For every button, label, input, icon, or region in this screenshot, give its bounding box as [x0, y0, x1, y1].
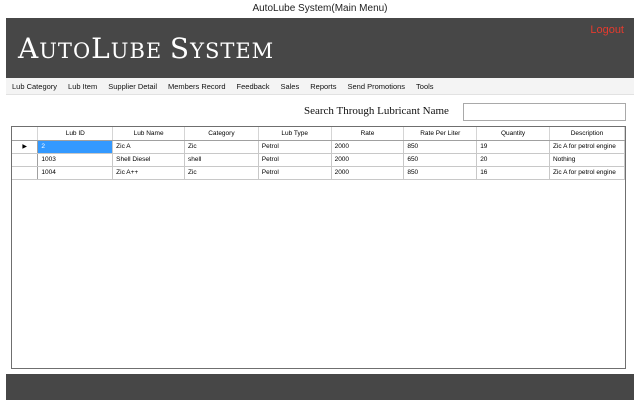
- menu-item-sales[interactable]: Sales: [280, 82, 299, 91]
- menu-item-lub-item[interactable]: Lub Item: [68, 82, 97, 91]
- table-cell[interactable]: Zic: [184, 166, 259, 180]
- app-brand: AUTOLUBE SYSTEM: [18, 32, 274, 65]
- menu-item-lub-category[interactable]: Lub Category: [12, 82, 57, 91]
- table-cell[interactable]: 1003: [37, 153, 114, 167]
- column-header-category[interactable]: Category: [184, 127, 259, 141]
- brand-letters-ystem: YSTEM: [190, 39, 275, 63]
- search-input[interactable]: [463, 103, 626, 121]
- table-cell[interactable]: Zic A++: [112, 166, 185, 180]
- menu-item-supplier-detail[interactable]: Supplier Detail: [108, 82, 157, 91]
- table-cell[interactable]: 850: [403, 166, 478, 180]
- row-header[interactable]: ▶: [12, 140, 39, 154]
- menu-item-reports[interactable]: Reports: [310, 82, 336, 91]
- table-cell[interactable]: 850: [403, 140, 478, 154]
- table-cell[interactable]: 2000: [331, 140, 405, 154]
- column-header-lub-type[interactable]: Lub Type: [258, 127, 332, 141]
- table-cell[interactable]: 16: [476, 166, 550, 180]
- menu-item-send-promotions[interactable]: Send Promotions: [348, 82, 406, 91]
- brand-letters-uto: UTO: [39, 39, 92, 63]
- window-title: AutoLube System(Main Menu): [0, 0, 640, 18]
- column-header-rate-per-liter[interactable]: Rate Per Liter: [403, 127, 478, 141]
- table-cell[interactable]: Shell Diesel: [112, 153, 185, 167]
- table-cell[interactable]: Zic: [184, 140, 259, 154]
- table-row[interactable]: 1003 Shell Diesel shell Petrol 2000 650 …: [12, 153, 626, 167]
- table-cell[interactable]: 1004: [37, 166, 114, 180]
- table-cell[interactable]: 19: [476, 140, 550, 154]
- menu-item-feedback[interactable]: Feedback: [237, 82, 270, 91]
- table-cell[interactable]: Zic A: [112, 140, 185, 154]
- logout-link[interactable]: Logout: [590, 24, 624, 36]
- app-footer: [6, 374, 634, 400]
- table-cell[interactable]: Petrol: [258, 153, 332, 167]
- app-header: AUTOLUBE SYSTEM Logout: [6, 18, 634, 78]
- row-header-corner: [12, 127, 39, 141]
- column-header-lub-name[interactable]: Lub Name: [112, 127, 185, 141]
- brand-letter-s: S: [169, 32, 191, 65]
- brand-letters-ube: UBE: [110, 39, 170, 63]
- table-header-row: Lub ID Lub Name Category Lub Type Rate R…: [12, 127, 626, 141]
- table-cell[interactable]: 2000: [331, 153, 405, 167]
- table-cell[interactable]: Zic A for petrol engine: [549, 166, 626, 180]
- brand-letter-l: L: [91, 32, 111, 65]
- table-cell[interactable]: 650: [403, 153, 478, 167]
- column-header-description[interactable]: Description: [549, 127, 626, 141]
- row-pointer-icon: ▶: [22, 144, 28, 150]
- table-cell[interactable]: Nothing: [549, 153, 626, 167]
- column-header-lub-id[interactable]: Lub ID: [37, 127, 114, 141]
- table-cell[interactable]: 2: [37, 140, 114, 154]
- brand-letter-a: A: [18, 32, 40, 65]
- table-row[interactable]: 1004 Zic A++ Zic Petrol 2000 850 16 Zic …: [12, 166, 626, 180]
- row-header[interactable]: [12, 153, 39, 167]
- menu-item-tools[interactable]: Tools: [416, 82, 434, 91]
- lubricant-grid[interactable]: Lub ID Lub Name Category Lub Type Rate R…: [11, 126, 626, 369]
- column-header-rate[interactable]: Rate: [331, 127, 405, 141]
- table-cell[interactable]: shell: [184, 153, 259, 167]
- lubricant-table: Lub ID Lub Name Category Lub Type Rate R…: [12, 127, 626, 180]
- table-cell[interactable]: 20: [476, 153, 550, 167]
- menu-item-members-record[interactable]: Members Record: [168, 82, 226, 91]
- table-cell[interactable]: Petrol: [258, 140, 332, 154]
- table-cell[interactable]: Petrol: [258, 166, 332, 180]
- table-row[interactable]: ▶ 2 Zic A Zic Petrol 2000 850 19 Zic A f…: [12, 140, 626, 154]
- row-header[interactable]: [12, 166, 39, 180]
- search-label: Search Through Lubricant Name: [304, 105, 449, 117]
- main-menu: Lub Category Lub Item Supplier Detail Me…: [6, 78, 634, 95]
- search-row: Search Through Lubricant Name: [300, 102, 634, 124]
- table-cell[interactable]: 2000: [331, 166, 405, 180]
- table-cell[interactable]: Zic A for petrol engine: [549, 140, 626, 154]
- column-header-quantity[interactable]: Quantity: [476, 127, 550, 141]
